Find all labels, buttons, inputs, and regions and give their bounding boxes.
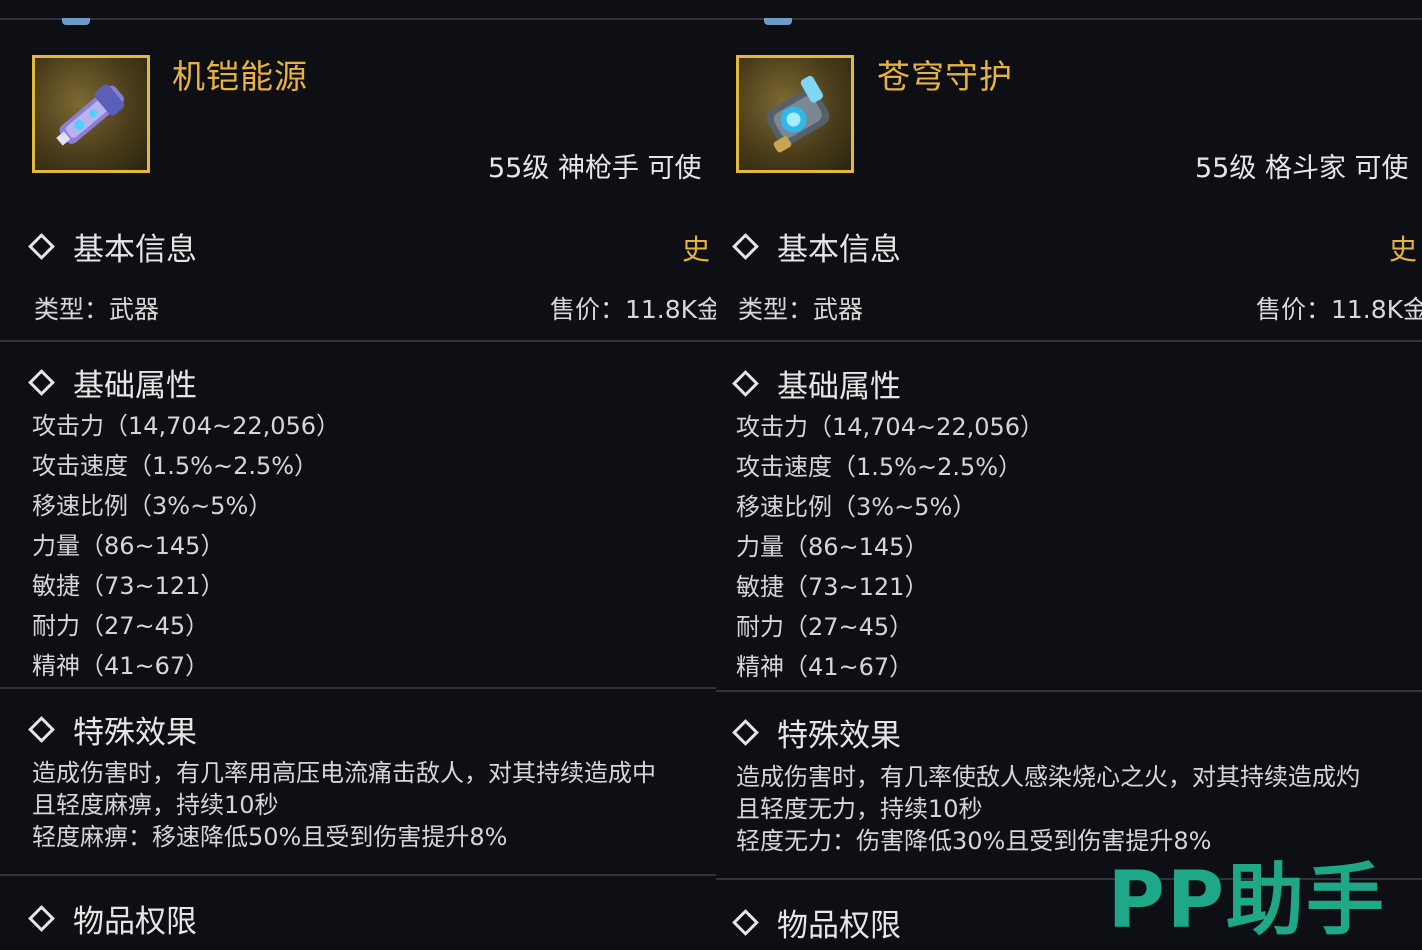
- attribute-row: 耐力（27~45）: [32, 612, 210, 640]
- section-title: 基础属性: [73, 368, 197, 404]
- rarity-label: 史: [682, 233, 711, 266]
- section-base-attributes: 基础属性: [730, 361, 901, 406]
- attribute-row: 精神（41~67）: [736, 653, 914, 681]
- attribute-row: 移速比例（3%~5%）: [736, 493, 977, 521]
- level-class-requirement: 55级 神枪手 可使: [488, 153, 702, 184]
- attribute-row: 攻击力（14,704~22,056）: [736, 413, 1045, 441]
- tab-marker: [764, 18, 792, 25]
- effect-line: 造成伤害时，有几率使敌人感染烧心之火，对其持续造成灼: [736, 763, 1360, 791]
- item-price: 售价：11.8K金: [550, 295, 716, 324]
- section-item-permissions: 物品权限: [26, 896, 197, 941]
- level-class-requirement: 55级 格斗家 可使: [1195, 153, 1409, 184]
- item-tooltip-right: 苍穹守护 55级 格斗家 可使 基本信息 史 类型：武器 售价：11.8K金 基…: [716, 0, 1422, 942]
- top-divider: [0, 18, 716, 20]
- cannon-weapon-icon: [32, 55, 150, 173]
- item-price: 售价：11.8K金: [1256, 295, 1422, 324]
- divider: [0, 874, 716, 876]
- attribute-row: 移速比例（3%~5%）: [32, 492, 273, 520]
- attribute-row: 攻击速度（1.5%~2.5%）: [32, 452, 319, 480]
- section-title: 物品权限: [73, 904, 197, 940]
- divider: [716, 340, 1422, 342]
- item-type: 类型：武器: [34, 295, 160, 324]
- effect-line: 造成伤害时，有几率用高压电流痛击敌人，对其持续造成中: [32, 759, 656, 787]
- attribute-list: 攻击力（14,704~22,056） 攻击速度（1.5%~2.5%） 移速比例（…: [736, 407, 1044, 687]
- item-tooltip-left: 机铠能源 55级 神枪手 可使 基本信息 史 类型：武器 售价：11.8K金 基…: [0, 0, 716, 942]
- rarity-label: 史: [1389, 233, 1418, 266]
- top-divider: [716, 18, 1422, 20]
- diamond-icon: [732, 719, 759, 746]
- attribute-list: 攻击力（14,704~22,056） 攻击速度（1.5%~2.5%） 移速比例（…: [32, 406, 340, 686]
- effect-line: 轻度麻痹：移速降低50%且受到伤害提升8%: [32, 823, 508, 851]
- diamond-icon: [28, 905, 55, 932]
- attribute-row: 敏捷（73~121）: [32, 572, 225, 600]
- section-basic-info: 基本信息: [26, 224, 197, 269]
- diamond-icon: [28, 369, 55, 396]
- diamond-icon: [732, 370, 759, 397]
- effect-description: 造成伤害时，有几率用高压电流痛击敌人，对其持续造成中 且轻度麻痹，持续10秒 轻…: [32, 757, 656, 853]
- attribute-row: 敏捷（73~121）: [736, 573, 929, 601]
- attribute-row: 精神（41~67）: [32, 652, 210, 680]
- section-title: 特殊效果: [777, 718, 901, 754]
- diamond-icon: [28, 233, 55, 260]
- effect-line: 且轻度无力，持续10秒: [736, 795, 983, 823]
- section-title: 基本信息: [777, 232, 901, 268]
- diamond-icon: [732, 909, 759, 936]
- section-item-permissions: 物品权限: [730, 900, 901, 942]
- divider: [0, 687, 716, 689]
- section-basic-info: 基本信息: [730, 224, 901, 269]
- tab-marker: [62, 18, 90, 25]
- diamond-icon: [28, 716, 55, 743]
- divider: [0, 340, 716, 342]
- item-type: 类型：武器: [738, 295, 864, 324]
- item-name: 机铠能源: [172, 57, 308, 96]
- section-title: 基础属性: [777, 369, 901, 405]
- section-base-attributes: 基础属性: [26, 360, 197, 405]
- section-special-effects: 特殊效果: [730, 710, 901, 755]
- section-title: 基本信息: [73, 232, 197, 268]
- section-title: 特殊效果: [73, 715, 197, 751]
- attribute-row: 力量（86~145）: [736, 533, 929, 561]
- item-name: 苍穹守护: [877, 57, 1013, 96]
- section-special-effects: 特殊效果: [26, 707, 197, 752]
- attribute-row: 攻击速度（1.5%~2.5%）: [736, 453, 1023, 481]
- watermark-logo: PP助手: [1107, 856, 1386, 946]
- attribute-row: 攻击力（14,704~22,056）: [32, 412, 341, 440]
- diamond-icon: [732, 233, 759, 260]
- section-title: 物品权限: [777, 908, 901, 942]
- effect-line: 且轻度麻痹，持续10秒: [32, 791, 279, 819]
- attribute-row: 力量（86~145）: [32, 532, 225, 560]
- attribute-row: 耐力（27~45）: [736, 613, 914, 641]
- gauntlet-weapon-icon: [736, 55, 854, 173]
- divider: [716, 690, 1422, 692]
